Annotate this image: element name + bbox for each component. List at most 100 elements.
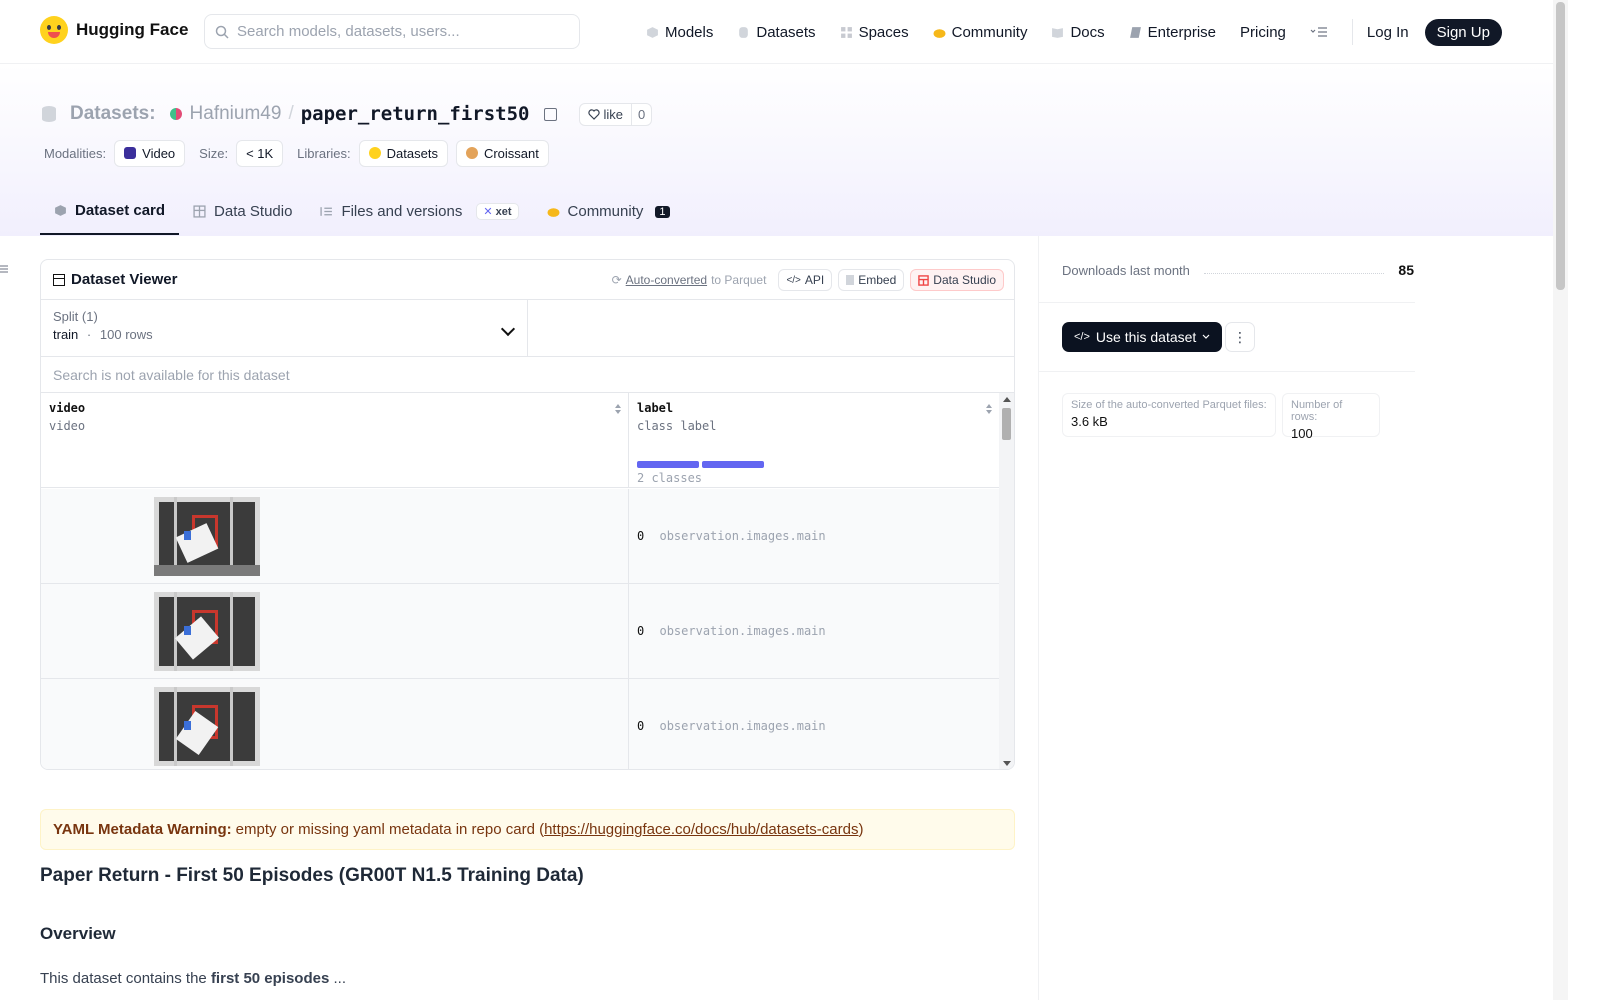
size-tag[interactable]: < 1K [236, 139, 284, 167]
parquet-size-label: Size of the auto-converted Parquet files… [1071, 399, 1267, 411]
copy-icon[interactable] [543, 107, 557, 121]
split-dropdown[interactable]: Split (1) train · 100 rows [41, 300, 528, 356]
modality-value: Video [142, 145, 176, 161]
split-dot: · [86, 327, 92, 342]
menu-lines-icon [1310, 27, 1327, 37]
table-row[interactable]: 0 observation.images.main [41, 489, 999, 584]
tab-dataset-card[interactable]: Dataset card [40, 188, 180, 235]
video-thumbnail[interactable] [154, 687, 260, 766]
repo-name[interactable]: paper_return_first50 [301, 103, 530, 125]
viewer-search-unavailable: Search is not available for this dataset [41, 357, 1014, 393]
dataset-icon [42, 106, 56, 122]
rows-stat: Number of rows: 100 [1282, 393, 1380, 441]
auto-converted-note: ⟳ Auto-converted to Parquet [612, 273, 767, 287]
size-label: Size: [199, 145, 229, 161]
scrollbar-thumb[interactable] [1002, 408, 1011, 440]
tab-data-studio[interactable]: Data Studio [179, 188, 306, 235]
nav-pricing-label: Pricing [1240, 23, 1286, 41]
library-tag-datasets[interactable]: Datasets [358, 139, 448, 167]
sort-icon[interactable] [614, 403, 622, 415]
modality-tag-video[interactable]: Video [114, 139, 186, 167]
sidebar-separator [1039, 302, 1415, 303]
community-hands-icon [547, 208, 559, 217]
table-icon [193, 205, 206, 218]
api-label: API [804, 273, 825, 287]
nav-spaces[interactable]: Spaces [840, 24, 909, 41]
heart-icon [587, 108, 600, 120]
class-bar-segment [637, 461, 699, 468]
use-this-dataset-label: Use this dataset [1095, 329, 1197, 345]
sort-icon[interactable] [985, 403, 993, 415]
table-row[interactable]: 0 observation.images.main [41, 584, 999, 679]
overview-paragraph: This dataset contains the first 50 episo… [40, 970, 346, 987]
nav-models-label: Models [665, 23, 714, 41]
repo-kind-link[interactable]: Datasets: [70, 103, 156, 125]
nav-datasets-label: Datasets [756, 23, 816, 41]
files-list-icon [320, 207, 333, 216]
search-input[interactable] [237, 23, 557, 40]
hf-logo-link[interactable]: Hugging Face [40, 16, 188, 44]
library-tag-croissant[interactable]: Croissant [455, 139, 549, 167]
page-scrollbar[interactable] [1553, 0, 1568, 1000]
video-thumbnail[interactable] [154, 592, 260, 671]
chevron-down-icon [1202, 334, 1210, 339]
nav-pricing[interactable]: Pricing [1240, 24, 1286, 41]
owner-avatar [169, 108, 182, 120]
nav-more-menu[interactable] [1310, 26, 1328, 38]
column-type: class label [637, 419, 717, 433]
toc-toggle-icon[interactable] [0, 264, 8, 274]
global-search[interactable] [204, 14, 580, 49]
column-header-video[interactable]: video video [41, 393, 629, 488]
para-bold: first 50 episodes [210, 970, 330, 987]
table-row[interactable]: 0 observation.images.main [41, 679, 999, 769]
use-this-dataset-button[interactable]: </> Use this dataset [1062, 322, 1223, 352]
video-icon [124, 147, 137, 159]
embed-button[interactable]: Embed [838, 269, 905, 291]
api-button[interactable]: </> API [778, 269, 833, 291]
label-name: observation.images.main [659, 719, 826, 733]
sidebar-separator [1039, 371, 1415, 372]
repo-owner-link[interactable]: Hafnium49 [190, 103, 282, 125]
more-options-button[interactable]: ⋮ [1225, 322, 1255, 352]
croissant-icon [465, 147, 478, 159]
table-icon [918, 274, 930, 286]
tab-community[interactable]: Community 1 [533, 188, 684, 235]
nav-datasets[interactable]: Datasets [737, 23, 816, 41]
label-name: observation.images.main [659, 624, 826, 638]
nav-docs-label: Docs [1070, 23, 1105, 41]
nav-enterprise[interactable]: Enterprise [1129, 24, 1216, 41]
nav-spaces-label: Spaces [858, 23, 909, 41]
scroll-up-icon[interactable] [1003, 397, 1011, 402]
community-count-badge: 1 [655, 205, 670, 218]
repo-metadata-row: Modalities: Video Size: < 1K Libraries: … [44, 139, 563, 167]
data-studio-button[interactable]: Data Studio [910, 269, 1004, 291]
hugging-face-logo-icon [40, 16, 68, 44]
column-header-label[interactable]: label class label 2 classes [629, 393, 999, 488]
para-start: This dataset contains the [40, 970, 207, 987]
nav-docs[interactable]: Docs [1051, 23, 1105, 41]
like-button[interactable]: like 0 [578, 102, 653, 126]
video-thumbnail[interactable] [154, 497, 260, 576]
viewer-title: Dataset Viewer [71, 271, 178, 288]
nav-models[interactable]: Models [646, 24, 713, 41]
tab-files-and-versions[interactable]: Files and versions ✕ xet [306, 188, 532, 235]
split-name: train [53, 327, 79, 342]
cube-icon [647, 26, 658, 38]
login-link[interactable]: Log In [1367, 24, 1409, 41]
rows-value: 100 [1291, 426, 1313, 441]
to-parquet-text: to Parquet [711, 273, 767, 287]
scroll-down-icon[interactable] [1003, 761, 1011, 766]
viewer-scrollbar[interactable] [999, 393, 1014, 769]
warning-close-paren: ) [858, 821, 864, 838]
community-hands-icon [933, 28, 946, 38]
downloads-count: 85 [1398, 262, 1414, 278]
datasets-cards-docs-link[interactable]: https://huggingface.co/docs/hub/datasets… [544, 821, 858, 838]
like-label: like [603, 106, 624, 122]
library-datasets-label: Datasets [386, 145, 438, 161]
tab-files-label: Files and versions [341, 203, 463, 220]
nav-community-label: Community [951, 23, 1028, 41]
signup-button[interactable]: Sign Up [1424, 18, 1502, 46]
page-scrollbar-thumb[interactable] [1556, 2, 1565, 290]
nav-community[interactable]: Community [933, 23, 1028, 41]
auto-converted-link[interactable]: Auto-converted [626, 273, 707, 287]
